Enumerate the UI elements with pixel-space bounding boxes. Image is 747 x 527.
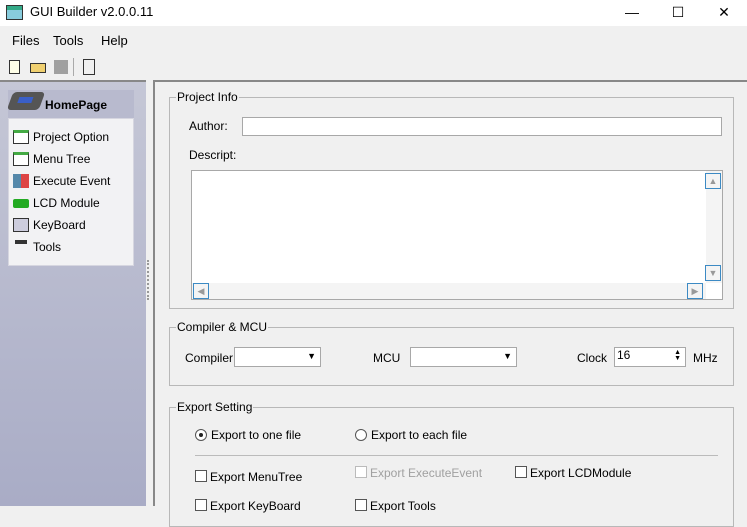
export-keyboard-checkbox[interactable] <box>195 499 207 511</box>
menu-help[interactable]: Help <box>101 33 128 48</box>
chevron-down-icon: ▼ <box>503 351 512 361</box>
app-icon <box>6 5 23 20</box>
maximize-button[interactable]: ☐ <box>655 0 701 26</box>
nav-item-keyboard[interactable]: KeyBoard <box>13 215 86 235</box>
clock-label: Clock <box>577 351 608 365</box>
export-executeevent-checkbox <box>355 466 367 478</box>
compiler-label: Compiler <box>185 351 234 365</box>
spin-arrows-icon[interactable]: ▲ ▼ <box>674 349 681 362</box>
compiler-group: Compiler & MCU Compiler ▼ MCU ▼ Clock 16… <box>169 320 734 386</box>
menu-files[interactable]: Files <box>12 33 39 48</box>
scroll-right-icon[interactable]: ▶ <box>687 283 703 299</box>
project-info-title: Project Info <box>176 90 239 104</box>
export-group-title: Export Setting <box>176 400 254 414</box>
new-file-icon[interactable] <box>6 58 24 76</box>
author-label: Author: <box>189 119 228 133</box>
export-lcdmodule-label[interactable]: Export LCDModule <box>530 466 631 480</box>
minimize-button[interactable]: — <box>609 0 655 26</box>
close-button[interactable]: ✕ <box>701 0 747 26</box>
export-tools-label[interactable]: Export Tools <box>370 499 436 513</box>
menu-tools[interactable]: Tools <box>53 33 83 48</box>
nav-list: Project Option Menu Tree Execute Event L… <box>8 118 134 266</box>
execute-event-icon <box>13 174 29 188</box>
chevron-down-icon: ▼ <box>307 351 316 361</box>
splitter-handle[interactable] <box>147 260 151 300</box>
export-tools-checkbox[interactable] <box>355 499 367 511</box>
export-lcdmodule-checkbox[interactable] <box>515 466 527 478</box>
divider <box>195 455 718 456</box>
nav-item-execute-event[interactable]: Execute Event <box>13 171 110 191</box>
nav-item-tools[interactable]: Tools <box>13 237 61 257</box>
toolbar-separator <box>73 58 74 76</box>
clock-stepper[interactable]: 16 ▲ ▼ <box>614 347 686 367</box>
export-menutree-checkbox[interactable] <box>195 470 207 482</box>
export-menutree-label[interactable]: Export MenuTree <box>210 470 302 484</box>
horizontal-scrollbar[interactable] <box>192 283 706 299</box>
save-icon[interactable] <box>52 58 70 76</box>
author-input[interactable] <box>242 117 722 136</box>
nav-item-lcd-module[interactable]: LCD Module <box>13 193 100 213</box>
compiler-select[interactable]: ▼ <box>234 347 321 367</box>
menu-tree-icon <box>13 152 29 166</box>
export-one-file-label[interactable]: Export to one file <box>211 428 301 442</box>
keyboard-icon <box>13 218 29 232</box>
compiler-group-title: Compiler & MCU <box>176 320 269 334</box>
lcd-module-icon <box>13 198 29 208</box>
homepage-label: HomePage <box>45 98 108 112</box>
clock-unit: MHz <box>693 351 718 365</box>
export-keyboard-label[interactable]: Export KeyBoard <box>210 499 301 513</box>
nav-item-project-option[interactable]: Project Option <box>13 127 109 147</box>
project-option-icon <box>13 130 29 144</box>
export-one-file-radio[interactable] <box>195 429 207 441</box>
main-panel: Project Info Author: Descript: ▲ ▼ ◀ ▶ C… <box>153 80 747 527</box>
window-title: GUI Builder v2.0.0.11 <box>30 4 154 19</box>
export-each-file-label[interactable]: Export to each file <box>371 428 467 442</box>
export-executeevent-label: Export ExecuteEvent <box>370 466 483 480</box>
project-info-group: Project Info Author: Descript: ▲ ▼ ◀ ▶ <box>169 90 734 309</box>
scroll-down-icon[interactable]: ▼ <box>705 265 721 281</box>
chip-icon <box>6 92 46 110</box>
descript-label: Descript: <box>189 148 237 162</box>
open-folder-icon[interactable] <box>29 58 47 76</box>
export-group: Export Setting Export to one file Export… <box>169 400 734 527</box>
mcu-label: MCU <box>373 351 401 365</box>
nav-item-menu-tree[interactable]: Menu Tree <box>13 149 90 169</box>
title-bar: GUI Builder v2.0.0.11 — ☐ ✕ <box>0 0 747 26</box>
descript-textarea[interactable]: ▲ ▼ ◀ ▶ <box>191 170 723 300</box>
scroll-up-icon[interactable]: ▲ <box>705 173 721 189</box>
scroll-left-icon[interactable]: ◀ <box>193 283 209 299</box>
tools-icon <box>15 240 27 254</box>
export-each-file-radio[interactable] <box>355 429 367 441</box>
exit-icon[interactable] <box>80 58 98 76</box>
mcu-select[interactable]: ▼ <box>410 347 517 367</box>
